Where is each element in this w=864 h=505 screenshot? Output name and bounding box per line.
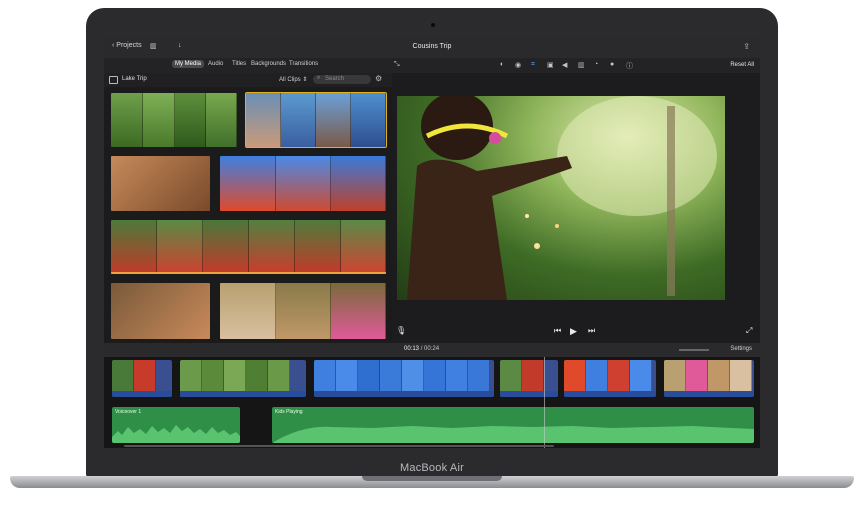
tab-backgrounds[interactable]: Backgrounds <box>251 61 286 67</box>
media-clip[interactable] <box>111 93 237 147</box>
sidebar-toggle-icon[interactable] <box>109 76 118 84</box>
library-bar: Lake Trip All Clips ⇕ ⌕ Search ⚙ <box>104 73 392 87</box>
search-placeholder: Search <box>325 76 345 82</box>
timeline-video-clip[interactable] <box>180 360 306 397</box>
window-title: Cousins Trip <box>412 43 452 50</box>
playhead[interactable] <box>544 357 545 448</box>
color-correction-icon[interactable]: ◉ <box>515 61 521 69</box>
clip-grid <box>104 87 392 345</box>
stabilization-icon[interactable]: ▣ <box>547 61 554 69</box>
settings-button[interactable]: Settings <box>730 346 752 352</box>
viewer-toolbar: ⤡ ◐ ◉ ⌗ ▣ ◀ ▥ ◔ ● ⓘ Reset All <box>392 58 760 73</box>
laptop-notch <box>362 476 502 481</box>
audio-clip-kids-playing[interactable]: Kids Playing <box>272 407 754 443</box>
timecode: 00:13 / 00:24 <box>404 346 439 352</box>
fullscreen-icon[interactable]: ⤢ <box>746 326 752 336</box>
timeline-video-clip[interactable] <box>500 360 558 397</box>
skip-back-icon[interactable]: ⏮ <box>554 326 561 336</box>
media-clip[interactable] <box>220 156 386 211</box>
noise-reduction-icon[interactable]: ▥ <box>578 61 585 69</box>
video-preview <box>397 96 725 300</box>
timeline-bar: 00:13 / 00:24 Settings <box>104 343 760 357</box>
audio-clip-voiceover[interactable]: Voiceover 1 <box>112 407 240 443</box>
search-field[interactable]: ⌕ Search <box>313 75 371 84</box>
filter-icon[interactable]: ● <box>610 61 614 68</box>
volume-icon[interactable]: ◀ <box>562 61 567 69</box>
timeline-video-clip[interactable] <box>664 360 754 397</box>
media-tabs: My Media Audio Titles Backgrounds Transi… <box>104 58 392 73</box>
child-figure <box>407 96 717 300</box>
search-icon: ⌕ <box>317 75 321 81</box>
timeline: Voiceover 1 Kids Playing <box>104 357 760 448</box>
audio-clip-label: Kids Playing <box>275 409 303 415</box>
device-brand: MacBook Air <box>400 462 464 474</box>
total-time: 00:24 <box>424 346 440 352</box>
share-icon[interactable]: ⇪ <box>743 42 750 51</box>
screen: ‹ Projects ▥ ↓ Cousins Trip ⇪ My Media A… <box>104 38 760 448</box>
color-balance-icon[interactable]: ◐ <box>500 61 504 68</box>
crop-icon[interactable]: ⌗ <box>531 61 535 69</box>
timeline-video-clip[interactable] <box>314 360 494 397</box>
enhance-icon[interactable]: ⤡ <box>394 61 400 69</box>
media-clip[interactable] <box>220 283 386 339</box>
timeline-video-clip[interactable] <box>564 360 656 397</box>
title-bar: ‹ Projects ▥ ↓ Cousins Trip ⇪ <box>104 38 760 58</box>
clip-filter-select[interactable]: All Clips ⇕ <box>279 76 307 83</box>
media-clip-selected[interactable] <box>245 92 387 148</box>
media-clip[interactable] <box>111 283 210 339</box>
timeline-scrollbar[interactable] <box>124 445 554 447</box>
speed-icon[interactable]: ◔ <box>594 61 598 68</box>
reset-all-button[interactable]: Reset All <box>730 62 754 68</box>
skip-forward-icon[interactable]: ⏭ <box>588 326 595 336</box>
play-icon[interactable]: ▶ <box>570 326 577 337</box>
media-clip[interactable] <box>111 220 386 274</box>
camera-dot <box>431 23 435 27</box>
media-clip[interactable] <box>111 156 210 211</box>
gear-icon[interactable]: ⚙ <box>375 74 382 83</box>
audio-clip-label: Voiceover 1 <box>115 409 142 415</box>
viewer <box>392 73 760 323</box>
viewer-controls: 🎙 ⏮ ▶ ⏭ ⤢ <box>392 323 760 343</box>
microphone-icon[interactable]: 🎙 <box>396 326 406 335</box>
timeline-video-clip[interactable] <box>112 360 172 397</box>
tab-audio[interactable]: Audio <box>208 61 223 67</box>
current-time: 00:13 <box>404 346 420 352</box>
tab-titles[interactable]: Titles <box>232 61 246 67</box>
zoom-slider[interactable] <box>679 349 709 351</box>
tab-transitions[interactable]: Transitions <box>289 61 318 67</box>
clip-used-bar <box>111 272 386 274</box>
waveform <box>272 426 754 443</box>
tab-my-media[interactable]: My Media <box>172 60 205 68</box>
info-icon[interactable]: ⓘ <box>626 61 633 71</box>
library-title: Lake Trip <box>122 76 147 82</box>
waveform <box>112 425 240 443</box>
